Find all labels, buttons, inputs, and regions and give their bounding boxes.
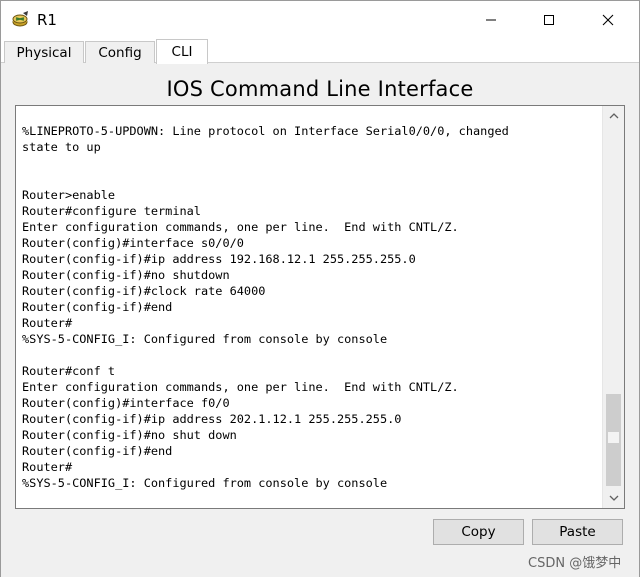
paste-button[interactable]: Paste <box>532 519 623 545</box>
watermark: CSDN @饿梦中 <box>528 556 622 571</box>
vertical-scrollbar[interactable] <box>602 106 624 508</box>
close-icon <box>602 14 614 26</box>
maximize-button[interactable] <box>526 1 572 39</box>
scroll-thumb-grip <box>608 432 619 443</box>
copy-button[interactable]: Copy <box>433 519 524 545</box>
terminal-output[interactable]: %LINEPROTO-5-UPDOWN: Line protocol on In… <box>22 123 600 491</box>
tab-physical[interactable]: Physical <box>4 41 84 63</box>
scroll-thumb[interactable] <box>606 394 621 486</box>
scroll-up-button[interactable] <box>603 106 624 126</box>
page-title: IOS Command Line Interface <box>166 77 474 101</box>
cli-panel: IOS Command Line Interface %LINEPROTO-5-… <box>1 63 639 577</box>
minimize-button[interactable] <box>468 1 514 39</box>
minimize-icon <box>486 19 496 21</box>
window-title: R1 <box>37 11 57 29</box>
device-window: R1 Physical Config CLI IOS Command Line … <box>0 0 640 577</box>
maximize-icon <box>544 15 554 25</box>
scroll-down-button[interactable] <box>603 488 624 508</box>
close-button[interactable] <box>585 1 631 39</box>
tab-bar: Physical Config CLI <box>1 39 639 64</box>
tab-config[interactable]: Config <box>85 41 155 63</box>
chevron-up-icon <box>609 113 618 119</box>
tab-cli[interactable]: CLI <box>156 39 208 64</box>
title-bar[interactable]: R1 <box>1 1 639 39</box>
cli-terminal[interactable]: %LINEPROTO-5-UPDOWN: Line protocol on In… <box>15 105 625 509</box>
router-icon <box>11 10 31 30</box>
chevron-down-icon <box>609 495 618 501</box>
